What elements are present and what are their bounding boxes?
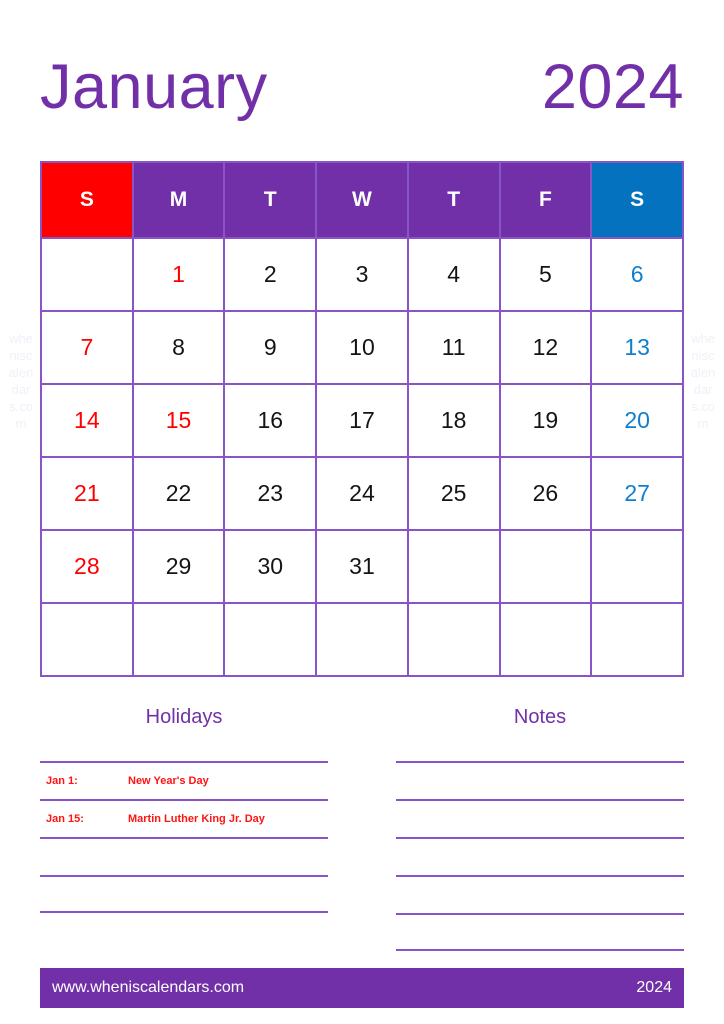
day-cell-1[interactable]: 1 [131, 237, 226, 312]
note-line[interactable] [396, 761, 684, 799]
holiday-name: New Year's Day [128, 775, 209, 787]
day-cell-empty [590, 602, 684, 677]
day-cell-17[interactable]: 17 [315, 383, 409, 458]
day-cell-12[interactable]: 12 [498, 310, 593, 385]
day-cell-30[interactable]: 30 [223, 529, 318, 604]
weekday-header-1: M [131, 161, 226, 239]
weekday-header-row: SMTWTFS [40, 161, 684, 239]
day-cell-21[interactable]: 21 [40, 456, 134, 531]
week-row: 7 8 9 10 11 12 13 [40, 310, 684, 385]
day-cell-empty [406, 602, 501, 677]
day-cell-9[interactable]: 9 [223, 310, 318, 385]
day-cell-22[interactable]: 22 [131, 456, 226, 531]
day-cell-3[interactable]: 3 [315, 237, 409, 312]
day-cell-14[interactable]: 14 [40, 383, 134, 458]
holiday-date: Jan 1: [46, 775, 78, 787]
notes-lines [396, 761, 684, 951]
day-cell-empty [40, 602, 134, 677]
day-cell-empty [131, 602, 226, 677]
calendar-title-row: January 2024 [40, 48, 684, 126]
holiday-date: Jan 15: [46, 813, 84, 825]
holiday-line[interactable]: Jan 15: Martin Luther King Jr. Day [40, 799, 328, 837]
holidays-panel: Holidays Jan 1: New Year's Day Jan 15: Mart… [40, 706, 328, 951]
note-line[interactable] [396, 913, 684, 951]
day-cell-empty [315, 602, 409, 677]
day-cell-8[interactable]: 8 [131, 310, 226, 385]
day-cell-26[interactable]: 26 [498, 456, 593, 531]
day-cell-18[interactable]: 18 [406, 383, 501, 458]
day-cell-4[interactable]: 4 [406, 237, 501, 312]
footer-bar: www.wheniscalendars.com 2024 [40, 968, 684, 1008]
footer-url[interactable]: www.wheniscalendars.com [52, 979, 244, 997]
week-row: 123456 [40, 237, 684, 312]
day-cell-5[interactable]: 5 [498, 237, 593, 312]
day-cell-24[interactable]: 24 [315, 456, 409, 531]
day-cell-15[interactable]: 15 [131, 383, 226, 458]
holidays-title: Holidays [145, 706, 223, 728]
weekday-header-0: S [40, 161, 134, 239]
day-cell-16[interactable]: 16 [223, 383, 318, 458]
day-cell-empty [498, 602, 593, 677]
day-cell-29[interactable]: 29 [131, 529, 226, 604]
day-cell-11[interactable]: 11 [406, 310, 501, 385]
holiday-line[interactable]: Jan 1: New Year's Day [40, 761, 328, 799]
day-cell-19[interactable]: 19 [498, 383, 593, 458]
day-cell-empty [590, 529, 684, 604]
day-cell-empty [40, 237, 134, 312]
calendar-body: 1 2 3 4 5 6 7 8 9 10 11 12 13 14 15 16 17 18 19 20 21 22 23 24 2… [40, 237, 684, 677]
notes-panel: Notes [396, 706, 684, 951]
day-cell-20[interactable]: 20 [590, 383, 684, 458]
note-line[interactable] [396, 875, 684, 913]
week-row: 14 15 16 17 18 19 20 [40, 383, 684, 458]
holiday-name: Martin Luther King Jr. Day [128, 813, 265, 825]
holiday-line[interactable] [40, 875, 328, 913]
calendar-page: wheniscalendars.com wheniscalendars.com … [0, 0, 724, 1024]
weekday-header-3: W [315, 161, 409, 239]
month-title: January [40, 51, 268, 122]
day-cell-23[interactable]: 23 [223, 456, 318, 531]
day-cell-10[interactable]: 10 [315, 310, 409, 385]
day-cell-empty [223, 602, 318, 677]
day-cell-2[interactable]: 2 [223, 237, 318, 312]
holidays-lines: Jan 1: New Year's Day Jan 15: Martin Luther… [40, 761, 328, 913]
day-cell-31[interactable]: 31 [315, 529, 409, 604]
weekday-header-5: F [498, 161, 593, 239]
holiday-line[interactable] [40, 837, 328, 875]
day-cell-28[interactable]: 28 [40, 529, 134, 604]
day-cell-6[interactable]: 6 [590, 237, 684, 312]
footer-year: 2024 [636, 979, 672, 996]
day-cell-27[interactable]: 27 [590, 456, 684, 531]
lower-panels: Holidays Jan 1: New Year's Day Jan 15: Mart… [40, 706, 684, 951]
watermark-right: wheniscalendars.com [690, 331, 716, 431]
day-cell-25[interactable]: 25 [406, 456, 501, 531]
year-title: 2024 [541, 51, 684, 122]
notes-title: Notes [513, 706, 567, 728]
note-line[interactable] [396, 799, 684, 837]
day-cell-empty [406, 529, 501, 604]
weekday-header-2: T [223, 161, 318, 239]
day-cell-empty [498, 529, 593, 604]
weekday-header-4: T [406, 161, 501, 239]
week-row: 28 29 30 31 [40, 529, 684, 604]
week-row: 21 22 23 24 25 26 27 [40, 456, 684, 531]
calendar-grid: SMTWTFS 1 2 3 4 5 6 7 8 9 10 11 12 13 14 15 16 17 18 19 20 2… [40, 161, 684, 677]
watermark-left: wheniscalendars.com [8, 331, 34, 431]
week-row [40, 602, 684, 677]
day-cell-7[interactable]: 7 [40, 310, 134, 385]
day-cell-13[interactable]: 13 [590, 310, 684, 385]
note-line[interactable] [396, 837, 684, 875]
weekday-header-6: S [590, 161, 684, 239]
